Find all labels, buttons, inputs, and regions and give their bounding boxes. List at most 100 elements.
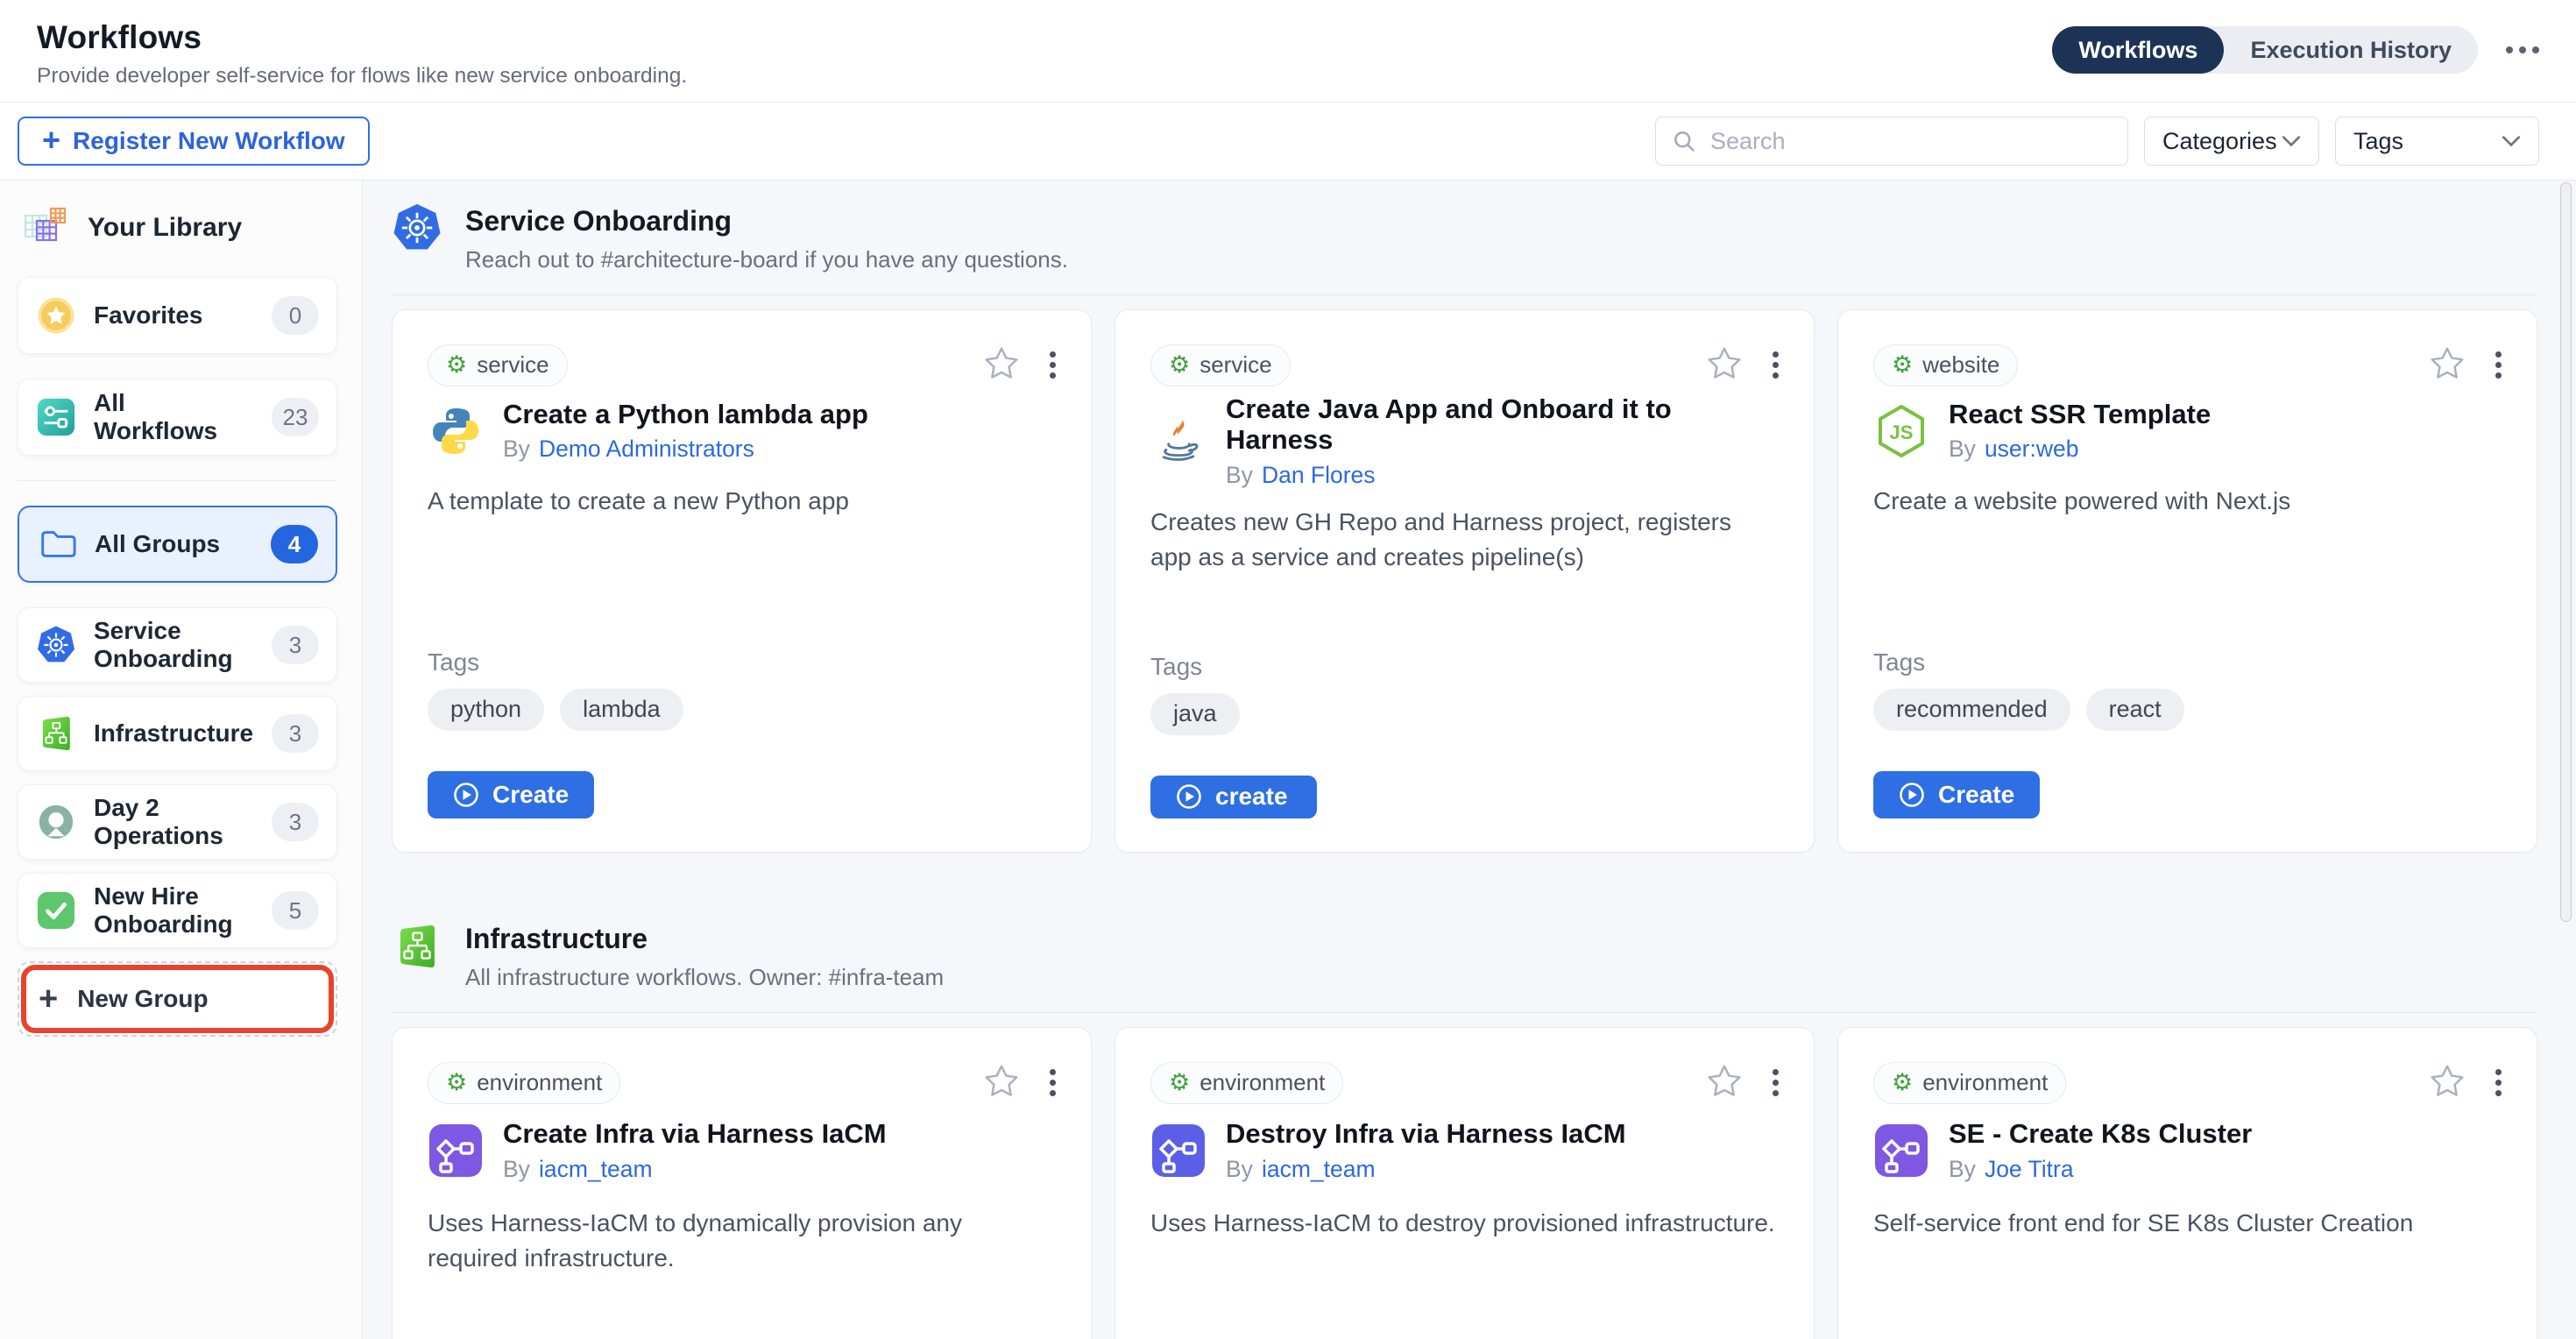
sidebar: Your Library Favorites 0 [0,181,363,1339]
tag-chip[interactable]: python [428,689,544,731]
java-icon [1150,413,1207,469]
register-label: Register New Workflow [73,127,345,155]
infrastructure-icon [36,713,76,754]
favorite-star-icon[interactable] [1704,1061,1744,1104]
favorite-star-icon[interactable] [981,344,1022,386]
workflow-card: ⚙ environment [1115,1027,1815,1339]
type-chip: ⚙ service [428,344,568,386]
card-title: SE - Create K8s Cluster [1949,1118,2252,1150]
gear-icon: ⚙ [446,353,467,377]
section-infrastructure: Infrastructure All infrastructure workfl… [392,921,2537,1339]
by-label: By [1949,436,1976,462]
favorite-star-icon[interactable] [981,1061,1022,1104]
kubernetes-icon [392,203,442,252]
play-icon [452,781,480,809]
view-toggle: Workflows Execution History [2052,26,2478,74]
author-link[interactable]: Demo Administrators [539,436,754,462]
by-label: By [1226,462,1253,488]
type-chip: ⚙ environment [1873,1062,2066,1104]
tag-chip[interactable]: recommended [1873,689,2070,731]
sidebar-item-service-onboarding[interactable]: Service Onboarding 3 [18,607,337,683]
sidebar-item-all-groups[interactable]: All Groups 4 [18,506,337,583]
tab-execution-history[interactable]: Execution History [2224,26,2478,74]
favorite-star-icon[interactable] [2427,344,2467,386]
tag-chip[interactable]: lambda [560,689,683,731]
tags-heading: Tags [428,648,1056,677]
card-description: Self-service front end for SE K8s Cluste… [1873,1206,2502,1339]
gear-icon: ⚙ [1892,353,1913,377]
sidebar-item-infrastructure[interactable]: Infrastructure 3 [18,696,337,771]
scrollbar-thumb[interactable] [2560,182,2572,922]
section-header: Infrastructure All infrastructure workfl… [392,921,2537,991]
sidebar-item-day2-operations[interactable]: Day 2 Operations 3 [18,784,337,860]
by-label: By [1226,1156,1253,1182]
sidebar-divider [18,480,337,481]
kebab-menu-icon[interactable] [1773,351,1779,379]
chip-label: environment [1922,1069,2048,1096]
kebab-menu-icon[interactable] [2495,1069,2502,1096]
section-divider [392,1012,2537,1013]
tags-heading: Tags [1873,648,2502,677]
new-group-button[interactable]: + New Group [18,961,337,1037]
type-chip: ⚙ website [1873,344,2018,386]
search-box [1655,117,2128,166]
card-title: React SSR Template [1949,399,2211,430]
categories-label: Categories [2162,128,2277,155]
library-cubes-icon [23,205,72,251]
kebab-menu-icon[interactable] [1050,351,1056,379]
register-new-workflow-button[interactable]: + Register New Workflow [18,117,370,166]
tag-chip[interactable]: java [1150,693,1240,735]
play-icon [1898,781,1926,809]
gear-icon: ⚙ [1892,1071,1913,1095]
card-description: Create a website powered with Next.js [1873,484,2502,648]
gear-icon: ⚙ [1169,353,1190,377]
sidebar-item-new-hire-onboarding[interactable]: New Hire Onboarding 5 [18,873,337,948]
tab-workflows[interactable]: Workflows [2052,26,2224,74]
by-label: By [503,1156,530,1182]
gear-icon: ⚙ [1169,1071,1190,1095]
page-subtitle: Provide developer self-service for flows… [37,64,687,89]
favorite-star-icon[interactable] [1704,344,1744,386]
create-button[interactable]: create [1150,776,1317,818]
create-button[interactable]: Create [1873,771,2040,818]
sidebar-item-label: Favorites [94,301,254,329]
chevron-down-icon [2282,135,2301,147]
author-link[interactable]: Dan Flores [1262,462,1376,488]
type-chip: ⚙ service [1150,344,1291,386]
workflow-card: ⚙ environment [1837,1027,2537,1339]
count-badge: 3 [272,803,319,841]
workflow-card: ⚙ website [1837,309,2537,853]
kebab-menu-icon[interactable] [1050,1069,1056,1096]
toolbar: + Register New Workflow Categories Tags [0,103,2576,181]
create-button[interactable]: Create [428,771,594,818]
card-description: Uses Harness-IaCM to dynamically provisi… [428,1206,1056,1339]
card-description: Uses Harness-IaCM to destroy provisioned… [1150,1206,1779,1339]
author-link[interactable]: iacm_team [539,1156,653,1182]
search-input[interactable] [1709,127,2112,156]
tags-dropdown[interactable]: Tags [2335,117,2539,166]
search-icon [1672,129,1696,153]
create-label: Create [492,781,569,809]
more-menu-icon[interactable] [2506,26,2539,74]
tag-chip[interactable]: react [2086,689,2184,731]
star-coin-icon [36,295,76,336]
workflows-page: Workflows Provide developer self-service… [0,0,2576,1339]
author-link[interactable]: user:web [1985,436,2079,462]
sidebar-item-all-workflows[interactable]: All Workflows 23 [18,379,337,456]
count-badge: 3 [272,626,319,664]
author-link[interactable]: iacm_team [1262,1156,1376,1182]
card-title: Destroy Infra via Harness IaCM [1226,1118,1626,1150]
kebab-menu-icon[interactable] [2495,351,2502,379]
favorite-star-icon[interactable] [2427,1061,2467,1104]
main-content: Service Onboarding Reach out to #archite… [363,181,2576,1339]
categories-dropdown[interactable]: Categories [2144,117,2319,166]
card-description: A template to create a new Python app [428,484,1056,648]
author-link[interactable]: Joe Titra [1985,1156,2074,1182]
count-badge: 3 [272,714,319,753]
count-badge: 0 [272,296,319,335]
sidebar-item-favorites[interactable]: Favorites 0 [18,277,337,354]
sidebar-item-label: Day 2 Operations [94,794,254,850]
chip-label: environment [477,1069,602,1096]
chip-label: website [1922,351,1999,379]
kebab-menu-icon[interactable] [1773,1069,1779,1096]
